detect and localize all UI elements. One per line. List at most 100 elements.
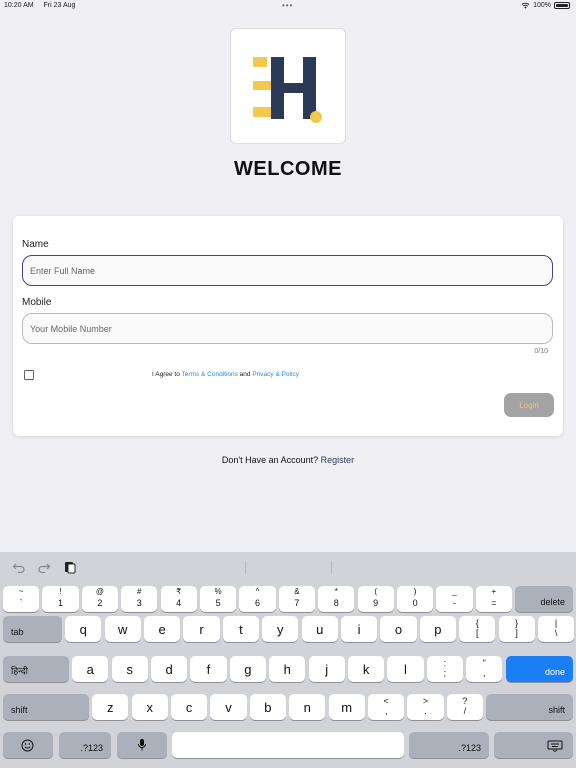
key-number[interactable]: @2 bbox=[81, 586, 118, 612]
key-letter[interactable]: z bbox=[92, 694, 129, 720]
key-symbol[interactable]: :; bbox=[426, 656, 463, 682]
key-shift-char: < bbox=[383, 696, 389, 706]
key-number[interactable]: ! 1 bbox=[42, 586, 79, 612]
key-number[interactable]: _ - bbox=[436, 586, 473, 612]
key-shift-char: ? bbox=[462, 696, 468, 706]
key-letter[interactable]: b bbox=[249, 694, 286, 720]
key-letter[interactable]: p bbox=[419, 616, 456, 642]
key-symbol[interactable]: }] bbox=[498, 616, 535, 642]
key-letter[interactable]: v bbox=[210, 694, 247, 720]
key-char: v bbox=[225, 700, 232, 715]
microphone-icon bbox=[138, 739, 146, 751]
key-shift-char: @ bbox=[95, 587, 104, 596]
key-symbol[interactable]: ? / bbox=[446, 694, 483, 720]
register-link[interactable]: Register bbox=[321, 455, 355, 465]
key-letter[interactable]: y bbox=[262, 616, 299, 642]
key-number[interactable]: ) 0 bbox=[397, 586, 434, 612]
key-letter[interactable]: g bbox=[229, 656, 266, 682]
shift-key-left[interactable]: shift bbox=[3, 694, 89, 720]
key-number[interactable]: ₹4 bbox=[160, 586, 197, 612]
key-base-char: 8 bbox=[333, 598, 339, 608]
key-symbol[interactable]: >. bbox=[407, 694, 444, 720]
key-number[interactable]: ~ ` bbox=[3, 586, 40, 612]
key-base-char: ] bbox=[515, 628, 518, 638]
key-number[interactable]: * 8 bbox=[318, 586, 355, 612]
agree-and: and bbox=[237, 371, 253, 378]
name-input[interactable] bbox=[22, 255, 553, 286]
key-letter[interactable]: d bbox=[151, 656, 188, 682]
key-number[interactable]: & 7 bbox=[278, 586, 315, 612]
key-number[interactable]: (9 bbox=[357, 586, 394, 612]
register-line: Don't Have an Account? Register bbox=[0, 455, 576, 465]
numbers-key-left[interactable]: .?123 bbox=[59, 732, 111, 758]
terms-link[interactable]: Terms & Conditions bbox=[182, 371, 238, 378]
tab-label: tab bbox=[11, 627, 24, 637]
key-symbol[interactable]: {[ bbox=[459, 616, 496, 642]
key-letter[interactable]: u bbox=[301, 616, 338, 642]
key-letter[interactable]: r bbox=[183, 616, 220, 642]
login-button[interactable]: Login bbox=[504, 393, 554, 417]
key-symbol[interactable]: | \ bbox=[538, 616, 575, 642]
numbers-key-right[interactable]: .?123 bbox=[409, 732, 489, 758]
key-letter[interactable]: w bbox=[104, 616, 141, 642]
key-letter[interactable]: j bbox=[308, 656, 345, 682]
key-char: d bbox=[165, 662, 173, 677]
hide-keyboard-key[interactable] bbox=[494, 732, 573, 758]
key-letter[interactable]: c bbox=[171, 694, 208, 720]
emoji-key[interactable] bbox=[3, 732, 53, 758]
language-key[interactable]: हिन्दी bbox=[3, 656, 69, 682]
key-letter[interactable]: x bbox=[131, 694, 168, 720]
agree-checkbox[interactable] bbox=[24, 370, 34, 380]
mobile-char-counter: 0/10 bbox=[534, 348, 548, 355]
key-base-char: 2 bbox=[97, 598, 103, 608]
name-label: Name bbox=[22, 239, 49, 250]
key-letter[interactable]: f bbox=[190, 656, 227, 682]
key-shift-char: ~ bbox=[18, 587, 24, 596]
key-number[interactable]: ^ 6 bbox=[239, 586, 276, 612]
key-symbol[interactable]: <, bbox=[368, 694, 405, 720]
key-letter[interactable]: i bbox=[341, 616, 378, 642]
key-letter[interactable]: k bbox=[348, 656, 385, 682]
key-symbol[interactable]: ", bbox=[466, 656, 503, 682]
done-key[interactable]: done bbox=[505, 656, 573, 682]
redo-icon[interactable] bbox=[37, 560, 51, 574]
space-key[interactable] bbox=[172, 732, 404, 758]
dictation-key[interactable] bbox=[117, 732, 167, 758]
key-letter[interactable]: e bbox=[144, 616, 181, 642]
login-card: Name Mobile 0/10 I Agree to Terms & Cond… bbox=[13, 216, 563, 436]
paste-icon[interactable] bbox=[63, 560, 77, 574]
key-char: h bbox=[283, 662, 291, 677]
key-shift-char: & bbox=[294, 587, 300, 596]
key-letter[interactable]: n bbox=[289, 694, 326, 720]
key-number[interactable]: #3 bbox=[121, 586, 158, 612]
key-shift-char: * bbox=[334, 587, 338, 596]
undo-icon[interactable] bbox=[12, 560, 26, 574]
wifi-icon bbox=[521, 2, 530, 9]
key-char: p bbox=[434, 622, 442, 637]
key-letter[interactable]: l bbox=[387, 656, 424, 682]
key-letter[interactable]: t bbox=[222, 616, 259, 642]
key-number[interactable]: % 5 bbox=[200, 586, 237, 612]
key-base-char: \ bbox=[554, 628, 558, 638]
tab-key[interactable]: tab bbox=[3, 616, 62, 642]
mobile-input[interactable] bbox=[22, 313, 553, 344]
battery-percent: 100% bbox=[533, 2, 551, 9]
multitasking-dots-icon[interactable]: ••• bbox=[282, 1, 293, 10]
numbers-label: .?123 bbox=[458, 743, 481, 753]
key-letter[interactable]: a bbox=[72, 656, 109, 682]
key-letter[interactable]: o bbox=[380, 616, 417, 642]
key-char: y bbox=[277, 622, 284, 637]
privacy-link[interactable]: Privacy & Policy bbox=[252, 371, 299, 378]
status-right: 100% bbox=[521, 2, 570, 9]
key-letter[interactable]: m bbox=[328, 694, 365, 720]
key-letter[interactable]: q bbox=[65, 616, 102, 642]
shift-label: shift bbox=[11, 705, 28, 715]
toolbar-divider bbox=[331, 561, 332, 574]
key-base-char: / bbox=[463, 706, 467, 716]
delete-key[interactable]: delete bbox=[515, 586, 573, 612]
key-letter[interactable]: h bbox=[269, 656, 306, 682]
shift-key-right[interactable]: shift bbox=[486, 694, 573, 720]
key-number[interactable]: + = bbox=[475, 586, 512, 612]
key-letter[interactable]: s bbox=[111, 656, 148, 682]
key-char: c bbox=[185, 700, 193, 715]
